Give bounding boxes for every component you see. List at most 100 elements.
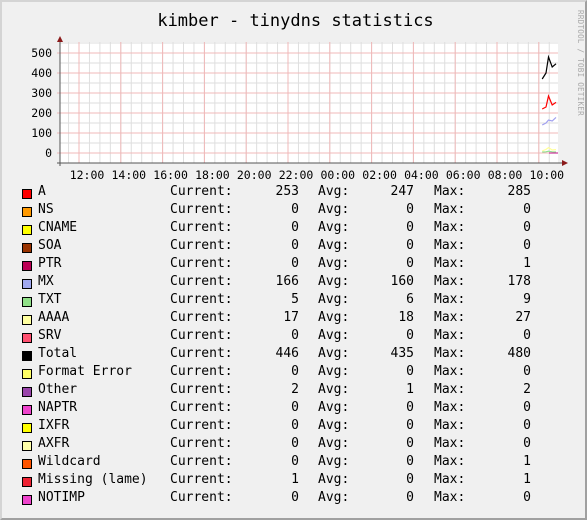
max-value: 1: [523, 454, 531, 469]
x-axis-ticks: 12:00 14:00 16:00 18:00 20:00 22:00 00:00 02:00…: [70, 168, 564, 182]
y-tick-label: 200: [31, 106, 52, 120]
plot-area: 0 100 200 300 400 500 12:00 14:00 16:00 18:00 20:…: [31, 36, 568, 182]
legend-row: PTR Current: 0 Avg: 0 Max: 1: [2, 256, 587, 274]
x-tick-label: 20:00: [237, 168, 272, 182]
legend-series-name: IXFR: [38, 418, 70, 433]
legend-series-name: Format Error: [38, 364, 132, 379]
max-value: 0: [523, 328, 531, 343]
avg-label: Avg:: [318, 256, 350, 271]
legend-row: CNAME Current: 0 Avg: 0 Max: 0: [2, 220, 587, 238]
legend-series-name: Total: [38, 346, 78, 361]
legend-swatch: [22, 243, 32, 253]
y-tick-label: 300: [31, 86, 52, 100]
avg-label: Avg:: [318, 382, 350, 397]
x-tick-label: 00:00: [320, 168, 355, 182]
legend-series-name: PTR: [38, 256, 62, 271]
current-label: Current:: [170, 454, 233, 469]
current-label: Current:: [170, 328, 233, 343]
avg-value: 0: [406, 400, 414, 415]
current-label: Current:: [170, 292, 233, 307]
avg-label: Avg:: [318, 490, 350, 505]
current-label: Current:: [170, 238, 233, 253]
max-label: Max:: [434, 472, 466, 487]
max-label: Max:: [434, 292, 466, 307]
current-label: Current:: [170, 418, 233, 433]
y-tick-label: 400: [31, 66, 52, 80]
max-label: Max:: [434, 184, 466, 199]
avg-value: 0: [406, 256, 414, 271]
max-value: 1: [523, 256, 531, 271]
legend-series-name: Other: [38, 382, 78, 397]
y-tick-label: 100: [31, 126, 52, 140]
avg-value: 435: [390, 346, 414, 361]
legend-series-name: NOTIMP: [38, 490, 85, 505]
legend-row: A Current: 253 Avg: 247 Max: 285: [2, 184, 587, 202]
avg-value: 0: [406, 454, 414, 469]
legend-row: NOTIMP Current: 0 Avg: 0 Max: 0: [2, 490, 587, 508]
avg-value: 0: [406, 472, 414, 487]
legend-series-name: A: [38, 184, 46, 199]
current-label: Current:: [170, 220, 233, 235]
current-value: 0: [291, 364, 299, 379]
current-label: Current:: [170, 202, 233, 217]
x-tick-label: 18:00: [195, 168, 230, 182]
avg-value: 0: [406, 364, 414, 379]
legend-series-name: NAPTR: [38, 400, 78, 415]
current-label: Current:: [170, 400, 233, 415]
legend-row: TXT Current: 5 Avg: 6 Max: 9: [2, 292, 587, 310]
x-tick-label: 02:00: [362, 168, 397, 182]
max-label: Max:: [434, 310, 466, 325]
max-value: 0: [523, 400, 531, 415]
current-value: 0: [291, 418, 299, 433]
legend-swatch: [22, 351, 32, 361]
avg-label: Avg:: [318, 310, 350, 325]
avg-value: 0: [406, 490, 414, 505]
legend-swatch: [22, 315, 32, 325]
legend-swatch: [22, 441, 32, 451]
avg-label: Avg:: [318, 184, 350, 199]
avg-label: Avg:: [318, 454, 350, 469]
legend-series-name: AAAA: [38, 310, 70, 325]
avg-value: 0: [406, 418, 414, 433]
max-label: Max:: [434, 256, 466, 271]
current-value: 0: [291, 256, 299, 271]
max-value: 0: [523, 238, 531, 253]
x-tick-label: 14:00: [111, 168, 146, 182]
legend-swatch: [22, 477, 32, 487]
legend-swatch: [22, 279, 32, 289]
avg-label: Avg:: [318, 238, 350, 253]
max-label: Max:: [434, 382, 466, 397]
legend-swatch: [22, 459, 32, 469]
current-value: 0: [291, 490, 299, 505]
current-label: Current:: [170, 472, 233, 487]
max-value: 27: [515, 310, 531, 325]
max-value: 0: [523, 418, 531, 433]
current-label: Current:: [170, 274, 233, 289]
legend-swatch: [22, 495, 32, 505]
legend-swatch: [22, 369, 32, 379]
legend-series-name: Missing (lame): [38, 472, 148, 487]
current-label: Current:: [170, 382, 233, 397]
current-value: 2: [291, 382, 299, 397]
legend-series-name: MX: [38, 274, 54, 289]
max-label: Max:: [434, 454, 466, 469]
max-label: Max:: [434, 328, 466, 343]
legend-row: NS Current: 0 Avg: 0 Max: 0: [2, 202, 587, 220]
current-value: 0: [291, 436, 299, 451]
avg-label: Avg:: [318, 400, 350, 415]
rrd-graph: kimber - tinydns statistics RRDTOOL / TO…: [0, 0, 587, 520]
max-label: Max:: [434, 238, 466, 253]
current-value: 166: [275, 274, 299, 289]
max-label: Max:: [434, 202, 466, 217]
current-value: 0: [291, 238, 299, 253]
legend-row: AAAA Current: 17 Avg: 18 Max: 27: [2, 310, 587, 328]
max-value: 0: [523, 436, 531, 451]
current-label: Current:: [170, 436, 233, 451]
legend-swatch: [22, 387, 32, 397]
current-value: 17: [283, 310, 299, 325]
legend-row: NAPTR Current: 0 Avg: 0 Max: 0: [2, 400, 587, 418]
legend-swatch: [22, 423, 32, 433]
legend-row: Format Error Current: 0 Avg: 0 Max: 0: [2, 364, 587, 382]
current-value: 253: [275, 184, 299, 199]
current-value: 0: [291, 400, 299, 415]
